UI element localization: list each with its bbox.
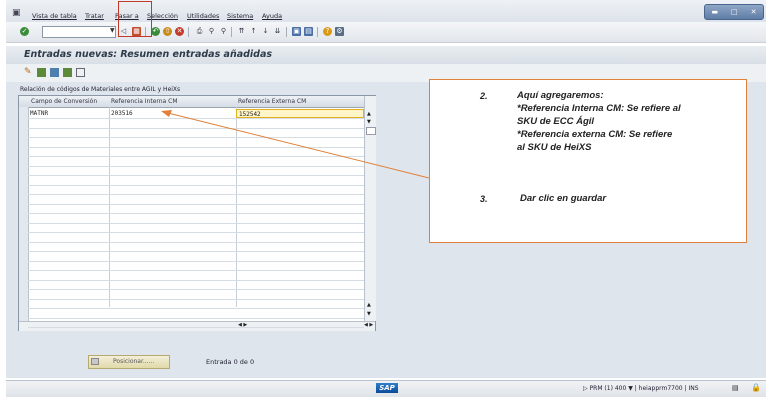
system-info[interactable]: ▷ PRM (1) 400 ▼ | heiapprm7700 | INS [583, 385, 699, 392]
status-bar: SAP ▷ PRM (1) 400 ▼ | heiapprm7700 | INS… [6, 380, 766, 397]
step2-line: al SKU de HeiXS [517, 142, 592, 153]
entry-count: Entrada 0 de 0 [206, 358, 255, 366]
dropdown-icon[interactable]: ▼ [628, 385, 633, 392]
input-mode: INS [688, 385, 699, 392]
step2-line: *Referencia externa CM: Se refiere [517, 129, 673, 140]
step3-number: 3. [480, 194, 488, 204]
instruction-callout: 2. Aquí agregaremos: *Referencia Interna… [429, 79, 747, 243]
step2-line: SKU de ECC Ágil [517, 116, 595, 127]
system-id: PRM (1) 400 [589, 385, 627, 392]
posicionar-label: Posicionar...... [113, 358, 155, 365]
step2-line: Aquí agregaremos: [517, 90, 604, 101]
server-name: heiapprm7700 [638, 385, 683, 392]
status-play-icon[interactable]: ▷ [583, 385, 588, 392]
posicionar-button[interactable]: Posicionar...... [88, 355, 170, 369]
lock-icon[interactable]: 🔒 [751, 383, 761, 392]
step2-line: *Referencia Interna CM: Se refiere al [517, 103, 681, 114]
step2-number: 2. [480, 91, 488, 101]
layout-icon[interactable]: ▤ [732, 384, 739, 392]
step3-text: Dar clic en guardar [520, 193, 607, 204]
sap-logo: SAP [376, 383, 398, 393]
position-icon [91, 358, 99, 365]
